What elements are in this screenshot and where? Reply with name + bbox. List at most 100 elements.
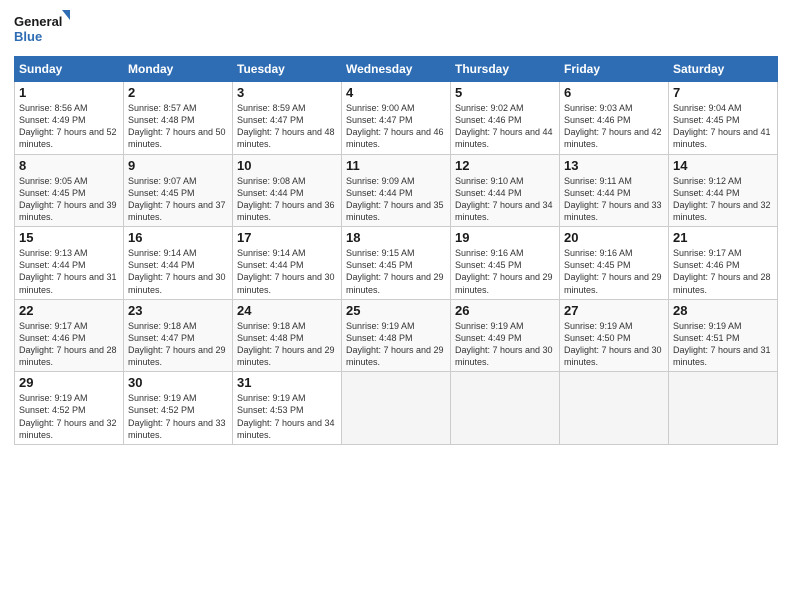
day-number: 24: [237, 303, 337, 318]
day-cell: 20 Sunrise: 9:16 AM Sunset: 4:45 PM Dayl…: [560, 227, 669, 300]
day-cell: 27 Sunrise: 9:19 AM Sunset: 4:50 PM Dayl…: [560, 299, 669, 372]
day-detail: Sunrise: 9:17 AM Sunset: 4:46 PM Dayligh…: [673, 247, 773, 296]
day-detail: Sunrise: 8:56 AM Sunset: 4:49 PM Dayligh…: [19, 102, 119, 151]
day-number: 28: [673, 303, 773, 318]
day-cell: 9 Sunrise: 9:07 AM Sunset: 4:45 PM Dayli…: [124, 154, 233, 227]
day-detail: Sunrise: 9:07 AM Sunset: 4:45 PM Dayligh…: [128, 175, 228, 224]
day-number: 19: [455, 230, 555, 245]
day-detail: Sunrise: 9:11 AM Sunset: 4:44 PM Dayligh…: [564, 175, 664, 224]
day-detail: Sunrise: 9:14 AM Sunset: 4:44 PM Dayligh…: [128, 247, 228, 296]
day-detail: Sunrise: 8:59 AM Sunset: 4:47 PM Dayligh…: [237, 102, 337, 151]
week-row-1: 1 Sunrise: 8:56 AM Sunset: 4:49 PM Dayli…: [15, 82, 778, 155]
logo: General Blue: [14, 10, 70, 48]
day-cell: 18 Sunrise: 9:15 AM Sunset: 4:45 PM Dayl…: [342, 227, 451, 300]
day-number: 14: [673, 158, 773, 173]
day-detail: Sunrise: 9:12 AM Sunset: 4:44 PM Dayligh…: [673, 175, 773, 224]
day-number: 20: [564, 230, 664, 245]
day-cell: 22 Sunrise: 9:17 AM Sunset: 4:46 PM Dayl…: [15, 299, 124, 372]
day-number: 23: [128, 303, 228, 318]
svg-text:General: General: [14, 14, 62, 29]
day-detail: Sunrise: 9:19 AM Sunset: 4:49 PM Dayligh…: [455, 320, 555, 369]
day-cell: [669, 372, 778, 445]
day-cell: [560, 372, 669, 445]
day-number: 22: [19, 303, 119, 318]
day-cell: 16 Sunrise: 9:14 AM Sunset: 4:44 PM Dayl…: [124, 227, 233, 300]
day-number: 5: [455, 85, 555, 100]
col-header-thursday: Thursday: [451, 57, 560, 82]
day-cell: 23 Sunrise: 9:18 AM Sunset: 4:47 PM Dayl…: [124, 299, 233, 372]
day-cell: 2 Sunrise: 8:57 AM Sunset: 4:48 PM Dayli…: [124, 82, 233, 155]
day-detail: Sunrise: 8:57 AM Sunset: 4:48 PM Dayligh…: [128, 102, 228, 151]
day-cell: 1 Sunrise: 8:56 AM Sunset: 4:49 PM Dayli…: [15, 82, 124, 155]
day-cell: 26 Sunrise: 9:19 AM Sunset: 4:49 PM Dayl…: [451, 299, 560, 372]
day-number: 29: [19, 375, 119, 390]
day-detail: Sunrise: 9:19 AM Sunset: 4:51 PM Dayligh…: [673, 320, 773, 369]
day-detail: Sunrise: 9:16 AM Sunset: 4:45 PM Dayligh…: [564, 247, 664, 296]
week-row-4: 22 Sunrise: 9:17 AM Sunset: 4:46 PM Dayl…: [15, 299, 778, 372]
svg-text:Blue: Blue: [14, 29, 42, 44]
day-number: 16: [128, 230, 228, 245]
day-number: 10: [237, 158, 337, 173]
day-cell: 13 Sunrise: 9:11 AM Sunset: 4:44 PM Dayl…: [560, 154, 669, 227]
day-cell: [451, 372, 560, 445]
day-number: 8: [19, 158, 119, 173]
day-number: 18: [346, 230, 446, 245]
page-container: General Blue SundayMondayTuesdayWednesda…: [0, 0, 792, 455]
col-header-wednesday: Wednesday: [342, 57, 451, 82]
day-number: 6: [564, 85, 664, 100]
day-detail: Sunrise: 9:19 AM Sunset: 4:48 PM Dayligh…: [346, 320, 446, 369]
day-cell: 31 Sunrise: 9:19 AM Sunset: 4:53 PM Dayl…: [233, 372, 342, 445]
day-number: 4: [346, 85, 446, 100]
day-cell: 5 Sunrise: 9:02 AM Sunset: 4:46 PM Dayli…: [451, 82, 560, 155]
day-number: 7: [673, 85, 773, 100]
day-cell: 21 Sunrise: 9:17 AM Sunset: 4:46 PM Dayl…: [669, 227, 778, 300]
day-cell: 30 Sunrise: 9:19 AM Sunset: 4:52 PM Dayl…: [124, 372, 233, 445]
day-detail: Sunrise: 9:00 AM Sunset: 4:47 PM Dayligh…: [346, 102, 446, 151]
day-cell: 10 Sunrise: 9:08 AM Sunset: 4:44 PM Dayl…: [233, 154, 342, 227]
day-cell: 3 Sunrise: 8:59 AM Sunset: 4:47 PM Dayli…: [233, 82, 342, 155]
day-cell: 19 Sunrise: 9:16 AM Sunset: 4:45 PM Dayl…: [451, 227, 560, 300]
day-detail: Sunrise: 9:17 AM Sunset: 4:46 PM Dayligh…: [19, 320, 119, 369]
day-detail: Sunrise: 9:09 AM Sunset: 4:44 PM Dayligh…: [346, 175, 446, 224]
header-row: SundayMondayTuesdayWednesdayThursdayFrid…: [15, 57, 778, 82]
day-number: 15: [19, 230, 119, 245]
day-cell: 25 Sunrise: 9:19 AM Sunset: 4:48 PM Dayl…: [342, 299, 451, 372]
day-cell: 24 Sunrise: 9:18 AM Sunset: 4:48 PM Dayl…: [233, 299, 342, 372]
day-number: 30: [128, 375, 228, 390]
day-cell: 7 Sunrise: 9:04 AM Sunset: 4:45 PM Dayli…: [669, 82, 778, 155]
day-detail: Sunrise: 9:10 AM Sunset: 4:44 PM Dayligh…: [455, 175, 555, 224]
day-detail: Sunrise: 9:18 AM Sunset: 4:48 PM Dayligh…: [237, 320, 337, 369]
day-number: 3: [237, 85, 337, 100]
day-cell: 11 Sunrise: 9:09 AM Sunset: 4:44 PM Dayl…: [342, 154, 451, 227]
day-number: 21: [673, 230, 773, 245]
day-number: 17: [237, 230, 337, 245]
day-number: 13: [564, 158, 664, 173]
day-cell: 4 Sunrise: 9:00 AM Sunset: 4:47 PM Dayli…: [342, 82, 451, 155]
day-detail: Sunrise: 9:15 AM Sunset: 4:45 PM Dayligh…: [346, 247, 446, 296]
day-cell: 8 Sunrise: 9:05 AM Sunset: 4:45 PM Dayli…: [15, 154, 124, 227]
day-detail: Sunrise: 9:19 AM Sunset: 4:53 PM Dayligh…: [237, 392, 337, 441]
day-detail: Sunrise: 9:08 AM Sunset: 4:44 PM Dayligh…: [237, 175, 337, 224]
week-row-2: 8 Sunrise: 9:05 AM Sunset: 4:45 PM Dayli…: [15, 154, 778, 227]
day-cell: 6 Sunrise: 9:03 AM Sunset: 4:46 PM Dayli…: [560, 82, 669, 155]
day-number: 2: [128, 85, 228, 100]
col-header-sunday: Sunday: [15, 57, 124, 82]
day-detail: Sunrise: 9:04 AM Sunset: 4:45 PM Dayligh…: [673, 102, 773, 151]
day-number: 9: [128, 158, 228, 173]
day-cell: 15 Sunrise: 9:13 AM Sunset: 4:44 PM Dayl…: [15, 227, 124, 300]
day-detail: Sunrise: 9:13 AM Sunset: 4:44 PM Dayligh…: [19, 247, 119, 296]
day-detail: Sunrise: 9:05 AM Sunset: 4:45 PM Dayligh…: [19, 175, 119, 224]
col-header-friday: Friday: [560, 57, 669, 82]
week-row-5: 29 Sunrise: 9:19 AM Sunset: 4:52 PM Dayl…: [15, 372, 778, 445]
col-header-saturday: Saturday: [669, 57, 778, 82]
logo-svg: General Blue: [14, 10, 70, 48]
day-number: 25: [346, 303, 446, 318]
day-detail: Sunrise: 9:18 AM Sunset: 4:47 PM Dayligh…: [128, 320, 228, 369]
day-cell: 29 Sunrise: 9:19 AM Sunset: 4:52 PM Dayl…: [15, 372, 124, 445]
day-number: 27: [564, 303, 664, 318]
day-number: 1: [19, 85, 119, 100]
day-cell: 14 Sunrise: 9:12 AM Sunset: 4:44 PM Dayl…: [669, 154, 778, 227]
day-number: 31: [237, 375, 337, 390]
day-detail: Sunrise: 9:02 AM Sunset: 4:46 PM Dayligh…: [455, 102, 555, 151]
day-cell: 17 Sunrise: 9:14 AM Sunset: 4:44 PM Dayl…: [233, 227, 342, 300]
